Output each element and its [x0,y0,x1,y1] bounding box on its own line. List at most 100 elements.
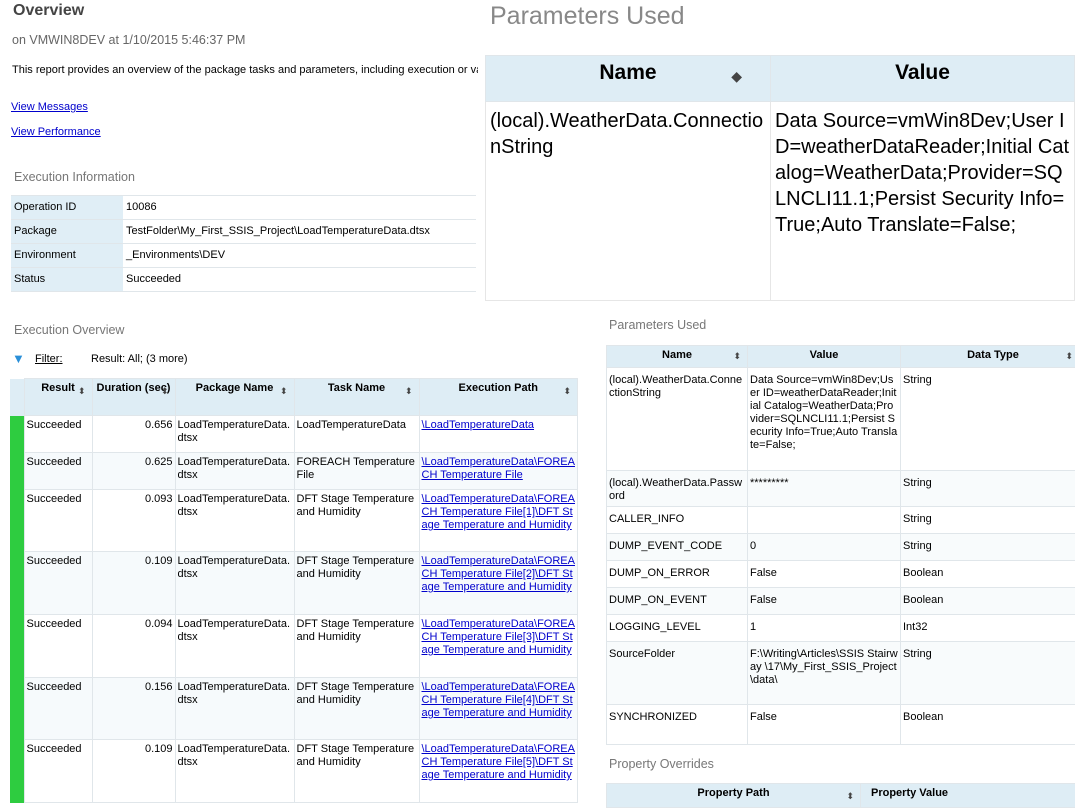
execution-path-link[interactable]: \LoadTemperatureData\FOREACH Temperature… [422,555,575,593]
status-indicator [10,490,24,552]
status-indicator [10,453,24,490]
column-header[interactable]: Result⬍ [24,379,92,416]
param-row: SourceFolderF:\Writing\Articles\SSIS Sta… [607,642,1075,705]
info-label: Package [11,220,123,244]
result-cell: Succeeded [24,552,92,615]
param-column-header[interactable]: Name ⬍ [607,346,748,368]
task-name-cell: DFT Stage Temperature and Humidity [294,490,419,552]
column-header-label: Task Name [328,382,385,394]
property-value-header: Property Value [861,784,1075,808]
info-label: Environment [11,244,123,268]
param-type: Int32 [901,615,1075,642]
status-indicator [10,552,24,615]
report-description: This report provides an overview of the … [12,64,478,76]
property-path-header[interactable]: Property Path⬍ [607,784,861,808]
execution-path-link[interactable]: \LoadTemperatureData\FOREACH Temperature… [422,681,575,719]
duration-cell: 0.109 [92,552,175,615]
duration-cell: 0.625 [92,453,175,490]
column-header[interactable]: Package Name⬍ [175,379,294,416]
sort-icon[interactable]: ⬍ [563,385,571,398]
param-name: LOGGING_LEVEL [607,615,748,642]
param-value [748,507,901,534]
filter-value: Result: All; (3 more) [91,353,188,365]
info-row: Environment_Environments\DEV [11,244,476,268]
param-type: Boolean [901,561,1075,588]
param-value: 0 [748,534,901,561]
sort-icon[interactable]: ⬍ [733,350,741,363]
duration-cell: 0.094 [92,615,175,678]
magnified-parameters-table: Name◆ Value (local).WeatherData.Connecti… [485,55,1075,301]
param-value: F:\Writing\Articles\SSIS Stairway \17\My… [748,642,901,705]
column-header[interactable]: Execution Path ⬍ [419,379,578,416]
table-row: Succeeded0.109LoadTemperatureData.dtsxDF… [10,740,578,803]
duration-cell: 0.656 [92,416,175,453]
param-type: String [901,642,1075,705]
execution-path-cell: \LoadTemperatureData\FOREACH Temperature… [419,490,578,552]
execution-path-cell: \LoadTemperatureData\FOREACH Temperature… [419,678,578,740]
task-name-cell: DFT Stage Temperature and Humidity [294,678,419,740]
magnified-parameters-title: Parameters Used [490,2,685,31]
filter-icon[interactable]: ▼ [12,351,25,366]
execution-path-link[interactable]: \LoadTemperatureData\FOREACH Temperature… [422,743,575,781]
view-messages-link[interactable]: View Messages [11,101,88,113]
param-name: DUMP_ON_EVENT [607,588,748,615]
table-row: Succeeded0.625LoadTemperatureData.dtsxFO… [10,453,578,490]
parameters-used-table: Name⬍ValueData Type⬍ (local).WeatherData… [606,345,1075,745]
param-name: CALLER_INFO [607,507,748,534]
info-row: PackageTestFolder\My_First_SSIS_Project\… [11,220,476,244]
info-row: Operation ID10086 [11,196,476,220]
execution-path-link[interactable]: \LoadTemperatureData\FOREACH Temperature… [422,493,575,531]
result-cell: Succeeded [24,416,92,453]
task-name-cell: DFT Stage Temperature and Humidity [294,552,419,615]
column-header-label: Execution Path [459,382,538,394]
param-name: (local).WeatherData.ConnectionString [607,368,748,471]
column-header[interactable]: Duration (sec)⬍ [92,379,175,416]
sort-icon[interactable]: ⬍ [1065,350,1073,363]
magnified-name-header[interactable]: Name◆ [486,56,771,102]
param-name: DUMP_EVENT_CODE [607,534,748,561]
param-row: (local).WeatherData.Password*********Str… [607,471,1075,507]
duration-cell: 0.156 [92,678,175,740]
param-value: 1 [748,615,901,642]
sort-icon[interactable]: ⬍ [78,385,86,398]
result-cell: Succeeded [24,453,92,490]
param-row: CALLER_INFOString [607,507,1075,534]
execution-path-cell: \LoadTemperatureData\FOREACH Temperature… [419,552,578,615]
info-value: 10086 [123,196,476,220]
view-performance-link[interactable]: View Performance [11,126,101,138]
info-value: TestFolder\My_First_SSIS_Project\LoadTem… [123,220,476,244]
sort-icon[interactable]: ◆ [731,70,742,83]
column-header[interactable]: Task Name ⬍ [294,379,419,416]
param-column-header[interactable]: Data Type ⬍ [901,346,1075,368]
package-name-cell: LoadTemperatureData.dtsx [175,453,294,490]
info-value: _Environments\DEV [123,244,476,268]
filter-link[interactable]: Filter: [35,353,63,365]
sort-icon[interactable]: ⬍ [405,385,413,398]
execution-path-link[interactable]: \LoadTemperatureData\FOREACH Temperature… [422,618,575,656]
param-column-label: Name [662,349,692,361]
execution-overview-title: Execution Overview [14,323,124,337]
execution-path-link[interactable]: \LoadTemperatureData\FOREACH Temperature… [422,456,575,481]
status-indicator [10,678,24,740]
sort-icon[interactable]: ⬍ [846,790,854,803]
result-cell: Succeeded [24,740,92,803]
sort-icon[interactable]: ⬍ [161,385,169,398]
param-value: ********* [748,471,901,507]
param-type: String [901,471,1075,507]
table-row: Succeeded0.094LoadTemperatureData.dtsxDF… [10,615,578,678]
page-subtitle: on VMWIN8DEV at 1/10/2015 5:46:37 PM [12,33,245,47]
duration-cell: 0.109 [92,740,175,803]
table-row: Succeeded0.156LoadTemperatureData.dtsxDF… [10,678,578,740]
sort-icon[interactable]: ⬍ [280,385,288,398]
package-name-cell: LoadTemperatureData.dtsx [175,490,294,552]
execution-path-link[interactable]: \LoadTemperatureData [422,419,535,431]
table-row: Succeeded0.656LoadTemperatureData.dtsxLo… [10,416,578,453]
param-row: DUMP_ON_EVENTFalseBoolean [607,588,1075,615]
package-name-cell: LoadTemperatureData.dtsx [175,552,294,615]
param-column-label: Data Type [967,349,1019,361]
duration-cell: 0.093 [92,490,175,552]
param-value: False [748,561,901,588]
param-type: String [901,368,1075,471]
param-value: False [748,588,901,615]
magnified-name-cell: (local).WeatherData.ConnectionString [486,102,771,301]
